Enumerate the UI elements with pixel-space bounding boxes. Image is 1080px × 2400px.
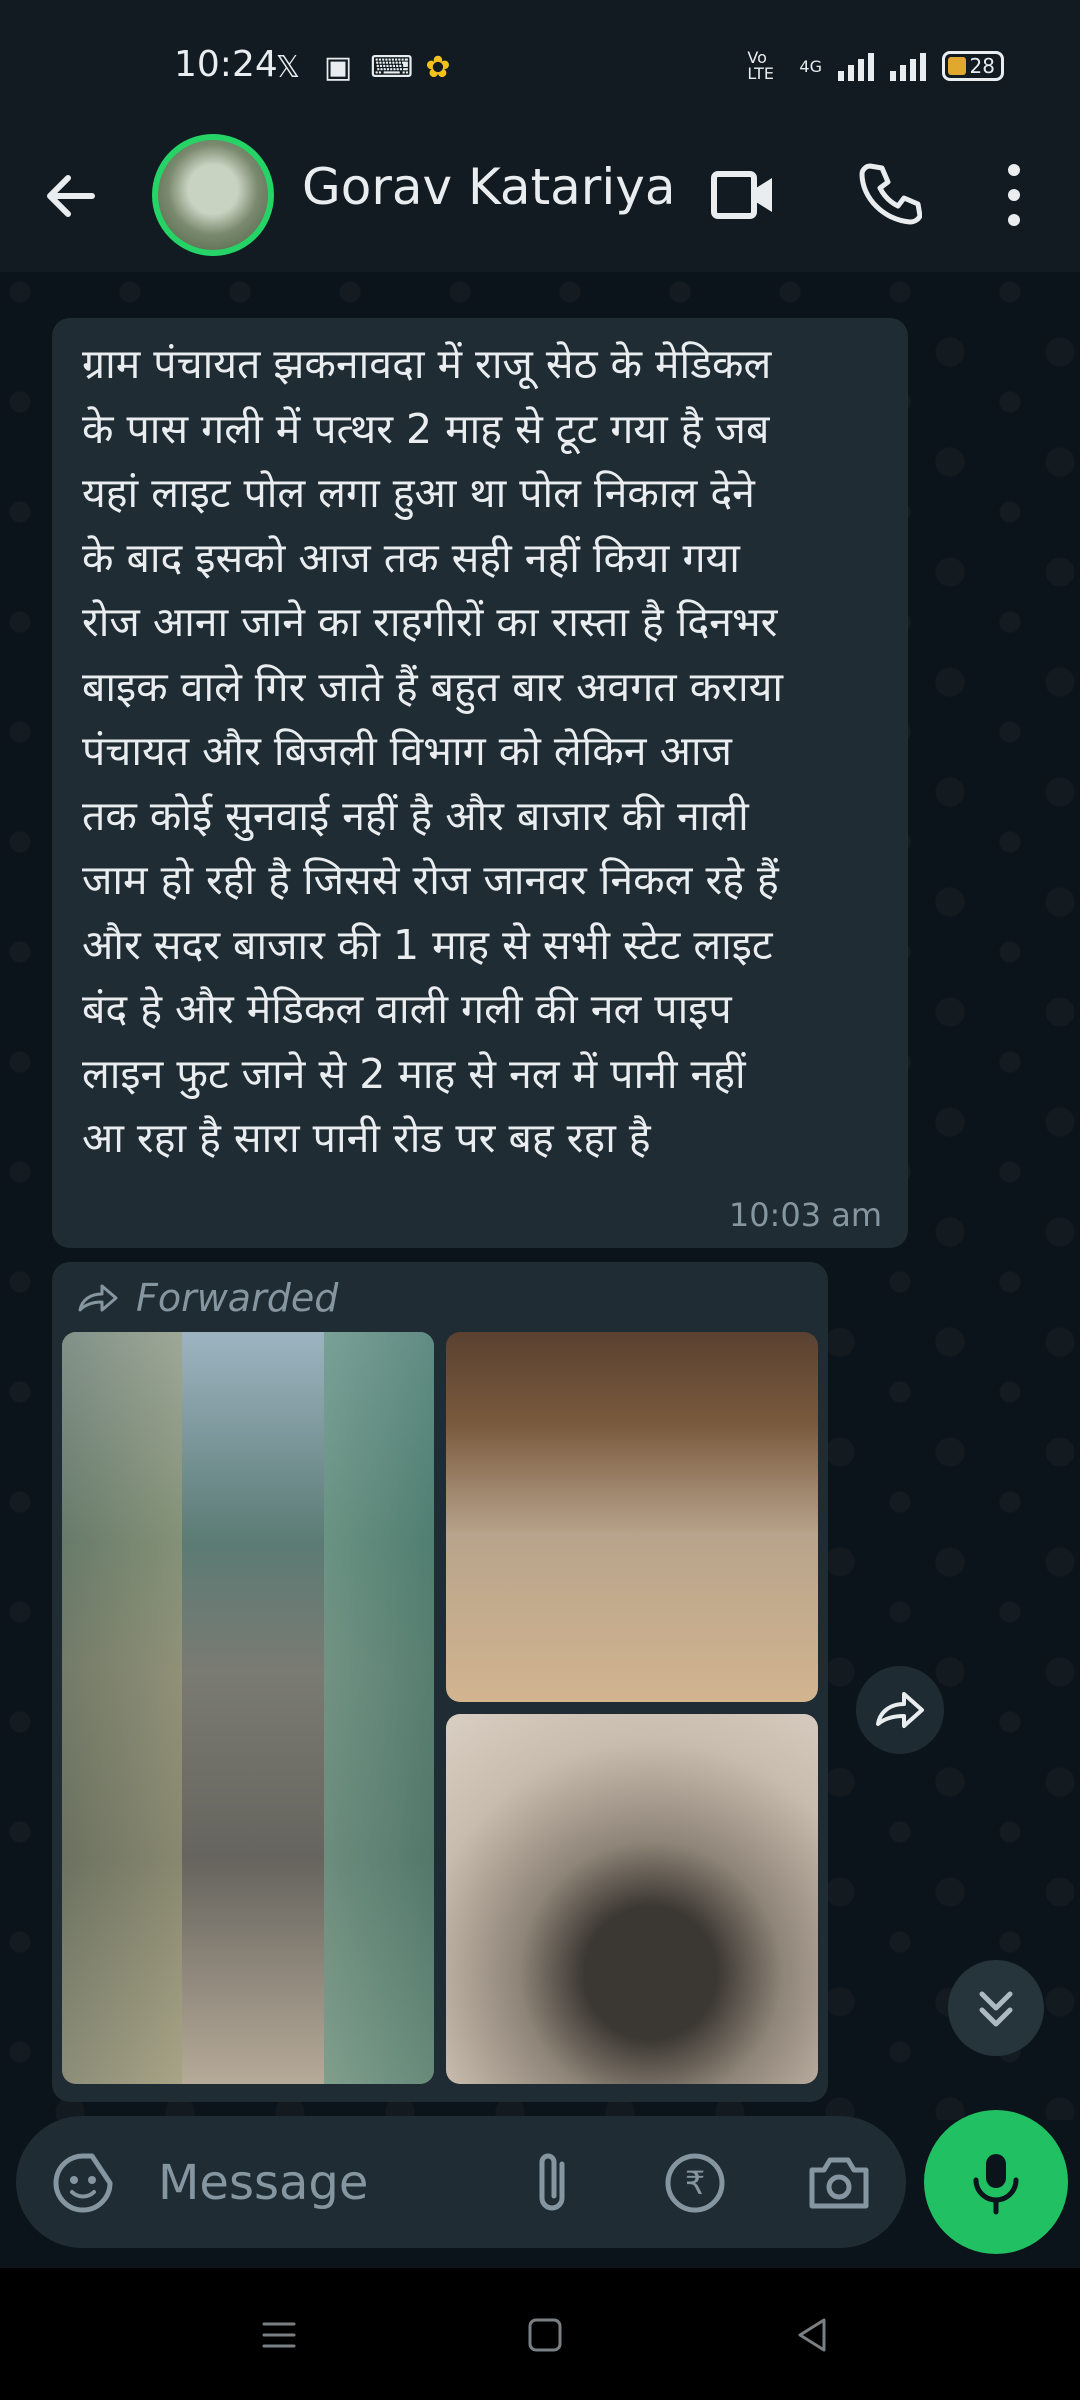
message-text: ग्राम पंचायत झकनावदा में राजू सेठ के मेड…	[82, 340, 783, 1162]
signal-icon-2	[890, 51, 926, 81]
forward-share-button[interactable]	[856, 1666, 944, 1754]
message-input[interactable]	[156, 2150, 490, 2216]
scroll-to-bottom-button[interactable]	[948, 1960, 1044, 2056]
svg-text:₹: ₹	[685, 2164, 705, 2202]
keyboard-icon: ⌨	[370, 50, 414, 85]
rupee-payment-icon[interactable]: ₹	[664, 2152, 726, 2214]
battery-level: 28	[969, 54, 995, 78]
camera-icon[interactable]	[806, 2154, 872, 2212]
battery-icon: 28	[942, 51, 1004, 81]
emoji-sticker-icon[interactable]	[52, 2152, 114, 2214]
back-nav-icon[interactable]	[792, 2314, 834, 2356]
message-bubble[interactable]: ग्राम पंचायत झकनावदा में राजू सेठ के मेड…	[52, 318, 908, 1248]
attach-paperclip-icon[interactable]	[524, 2150, 584, 2216]
more-options-icon[interactable]	[994, 160, 1034, 230]
status-time: 10:24	[174, 44, 278, 85]
signal-icon	[838, 51, 874, 81]
network-label: 4G	[799, 56, 822, 76]
photo-alley[interactable]	[62, 1332, 434, 2084]
voice-record-button[interactable]	[924, 2110, 1068, 2254]
avatar[interactable]	[152, 134, 274, 256]
photo-street-puddle[interactable]	[446, 1332, 818, 1702]
message-time: 10:03 am	[728, 1196, 882, 1234]
back-arrow-icon[interactable]	[40, 166, 100, 226]
forwarded-label: Forwarded	[136, 1276, 339, 1320]
double-chevron-down-icon	[979, 1991, 1013, 2027]
chat-area[interactable]: ग्राम पंचायत झकनावदा में राजू सेठ के मेड…	[0, 272, 1080, 2120]
chat-header: Gorav Katariya	[0, 120, 1080, 272]
media-message-bubble[interactable]: Forwarded	[52, 1262, 828, 2102]
video-call-icon[interactable]	[710, 162, 776, 228]
share-forward-icon	[876, 1692, 924, 1728]
system-nav-bar	[0, 2268, 1080, 2400]
forwarded-indicator: Forwarded	[76, 1276, 338, 1320]
volte-label: Vo LTE	[747, 48, 775, 83]
status-bar: 10:24 𝕏 ▣ ⌨ ✿ Vo LTE 4G 28	[0, 0, 1080, 120]
home-icon[interactable]	[524, 2314, 566, 2356]
photo-broken-stone[interactable]	[446, 1714, 818, 2084]
message-input-bar: ₹	[16, 2116, 906, 2248]
x-icon: 𝕏	[275, 50, 301, 85]
microphone-icon	[973, 2154, 1019, 2215]
notification-icons: 𝕏 ▣ ⌨ ✿	[270, 50, 456, 86]
recent-apps-icon[interactable]	[258, 2314, 300, 2356]
system-indicators: Vo LTE 4G 28	[747, 50, 1004, 82]
image-icon: ▣	[323, 50, 353, 85]
phone-call-icon[interactable]	[856, 160, 922, 226]
contact-name[interactable]: Gorav Katariya	[302, 158, 676, 216]
forward-arrow-icon	[78, 1284, 118, 1312]
sun-app-icon: ✿	[425, 50, 451, 85]
